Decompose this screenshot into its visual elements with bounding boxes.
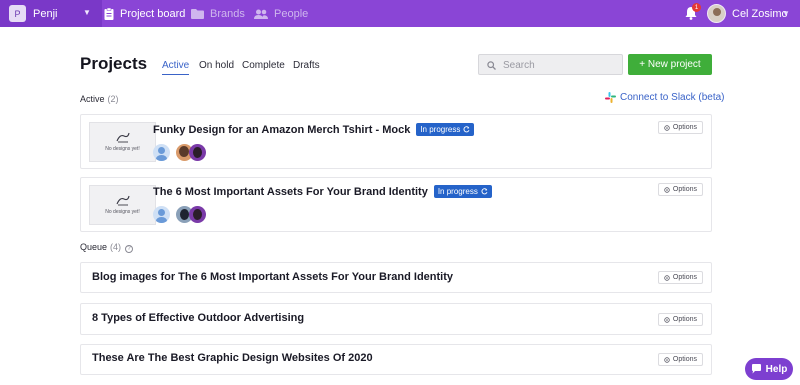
project-title[interactable]: The 6 Most Important Assets For Your Bra…: [153, 185, 492, 198]
options-button[interactable]: Options: [657, 271, 703, 284]
nav-brands[interactable]: Brands: [191, 0, 245, 27]
active-label: Active: [80, 94, 105, 104]
clipboard-icon: [104, 7, 114, 20]
queue-section-label: Queue (4)?: [80, 242, 134, 253]
chevron-down-icon: ▼: [83, 8, 91, 17]
active-count: (2): [107, 94, 119, 104]
options-label: Options: [672, 356, 697, 363]
folder-icon: [191, 8, 204, 19]
project-title-text: The 6 Most Important Assets For Your Bra…: [153, 186, 428, 198]
options-label: Options: [672, 316, 697, 323]
workspace-name: Penji: [33, 7, 58, 20]
project-title-text: Funky Design for an Amazon Merch Tshirt …: [153, 124, 411, 136]
status-badge-label: In progress: [420, 125, 461, 134]
people-icon: [254, 9, 268, 19]
refresh-icon: [481, 188, 488, 195]
gear-icon: [664, 316, 670, 323]
options-button[interactable]: Options: [657, 121, 703, 134]
notification-badge: 1: [692, 3, 701, 12]
avatar[interactable]: [153, 144, 170, 161]
options-label: Options: [672, 124, 697, 131]
help-label: Help: [765, 363, 788, 375]
design-thumbnail: No designs yet!: [89, 185, 156, 225]
queue-label: Queue: [80, 242, 108, 252]
refresh-icon: [463, 126, 470, 133]
nav-people-label: People: [274, 7, 309, 20]
slack-link-label: Connect to Slack (beta): [620, 92, 725, 103]
workspace-switcher[interactable]: P Penji ▼: [0, 0, 102, 27]
thumb-text: No designs yet!: [105, 146, 140, 152]
search-icon: [487, 61, 496, 70]
active-section-label: Active (2): [80, 94, 119, 104]
tab-active[interactable]: Active: [162, 60, 190, 75]
gear-icon: [664, 274, 670, 281]
status-badge: In progress: [433, 185, 492, 198]
tab-complete[interactable]: Complete: [242, 60, 285, 71]
chevron-down-icon[interactable]: ▼: [782, 9, 790, 18]
queue-card[interactable]: These Are The Best Graphic Design Websit…: [80, 344, 712, 375]
options-label: Options: [672, 274, 697, 281]
avatar[interactable]: [189, 206, 206, 223]
options-button[interactable]: Options: [657, 313, 703, 326]
new-project-button[interactable]: + New project: [628, 54, 712, 75]
project-card[interactable]: No designs yet! Funky Design for an Amaz…: [80, 114, 712, 169]
connect-slack-link[interactable]: Connect to Slack (beta): [605, 92, 725, 103]
options-button[interactable]: Options: [657, 183, 703, 196]
queue-count: (4): [110, 242, 122, 252]
search-box: [478, 54, 623, 75]
thumb-text: No designs yet!: [105, 209, 140, 215]
page-title: Projects: [80, 54, 148, 73]
options-button[interactable]: Options: [657, 353, 703, 366]
queue-title[interactable]: 8 Types of Effective Outdoor Advertising: [92, 312, 304, 324]
workspace-badge: P: [9, 5, 26, 22]
nav-people[interactable]: People: [254, 0, 308, 27]
search-input[interactable]: [479, 56, 622, 75]
project-title[interactable]: Funky Design for an Amazon Merch Tshirt …: [153, 123, 475, 136]
avatar: [707, 4, 726, 23]
options-label: Options: [672, 186, 697, 193]
queue-title[interactable]: Blog images for The 6 Most Important Ass…: [92, 271, 453, 283]
nav-project-board-label: Project board: [120, 7, 186, 20]
nav-project-board[interactable]: Project board: [104, 0, 185, 27]
tab-drafts[interactable]: Drafts: [293, 60, 320, 71]
no-designs-icon: [115, 132, 130, 143]
status-badge: In progress: [416, 123, 475, 136]
status-badge-label: In progress: [437, 187, 478, 196]
user-menu[interactable]: Cel Zosimo: [707, 4, 788, 23]
avatar[interactable]: [189, 144, 206, 161]
nav-brands-label: Brands: [210, 7, 245, 20]
help-button[interactable]: Help: [745, 358, 793, 380]
queue-card[interactable]: 8 Types of Effective Outdoor Advertising…: [80, 303, 712, 335]
no-designs-icon: [115, 195, 130, 206]
gear-icon: [664, 186, 670, 193]
top-nav: P Penji ▼ Project board Brands People 1 …: [0, 0, 800, 27]
design-thumbnail: No designs yet!: [89, 122, 156, 162]
project-card[interactable]: No designs yet! The 6 Most Important Ass…: [80, 177, 712, 232]
gear-icon: [664, 356, 670, 363]
avatar[interactable]: [153, 206, 170, 223]
gear-icon: [664, 124, 670, 131]
chat-bubble-icon: [751, 364, 761, 374]
slack-icon: [605, 92, 616, 103]
info-icon[interactable]: ?: [125, 245, 134, 253]
user-name: Cel Zosimo: [732, 7, 788, 20]
tab-on-hold[interactable]: On hold: [199, 60, 234, 71]
queue-card[interactable]: Blog images for The 6 Most Important Ass…: [80, 262, 712, 293]
queue-title[interactable]: These Are The Best Graphic Design Websit…: [92, 352, 373, 364]
